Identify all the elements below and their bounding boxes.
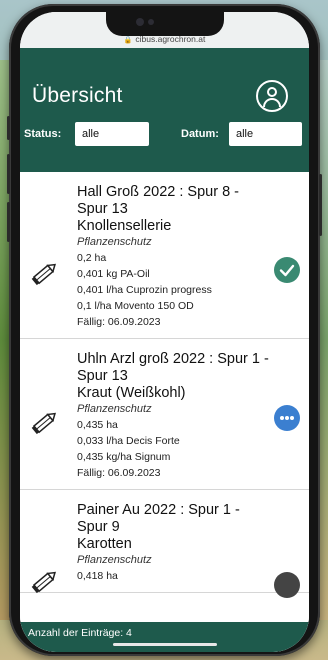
entry-list: Hall Groß 2022 : Spur 8 - Spur 13 Knolle…: [20, 172, 309, 652]
entry-due-date: Fällig: 06.09.2023: [77, 316, 161, 328]
footer-bar: Anzahl der Einträge: 4: [20, 622, 309, 652]
user-icon: [267, 87, 277, 97]
notch: [106, 12, 224, 36]
entry-detail: 0,033 l/ha Decis Forte: [77, 435, 180, 447]
entry-type: Pflanzenschutz: [77, 554, 152, 566]
browser-bar: 🔒 cibus.agrochron.at: [20, 12, 309, 48]
pencil-icon[interactable]: [30, 407, 60, 437]
entry-name: Hall Groß 2022 : Spur 8 - Spur 13: [77, 184, 239, 217]
more-icon[interactable]: [274, 405, 300, 431]
entry-due-date: Fällig: 06.09.2023: [77, 467, 161, 479]
url-text: cibus.agrochron.at: [135, 34, 206, 44]
entry-name: Uhln Arzl groß 2022 : Spur 1 - Spur 13: [77, 351, 269, 384]
date-filter-input[interactable]: alle: [229, 122, 302, 146]
entry-detail: 0,2 ha: [77, 252, 107, 264]
entry-detail: 0,401 kg PA-Oil: [77, 268, 150, 280]
url-bar[interactable]: 🔒 cibus.agrochron.at: [20, 34, 309, 44]
entry-type: Pflanzenschutz: [77, 403, 152, 415]
entry-type: Pflanzenschutz: [77, 236, 152, 248]
profile-button[interactable]: [256, 80, 288, 112]
entry-detail: 0,1 l/ha Movento 150 OD: [77, 300, 194, 312]
page-title: Übersicht: [32, 84, 123, 107]
entry-crop: Kraut (Weißkohl): [77, 385, 186, 401]
list-item[interactable]: Hall Groß 2022 : Spur 8 - Spur 13 Knolle…: [20, 172, 309, 339]
entry-detail: 0,435 kg/ha Signum: [77, 451, 171, 463]
pencil-icon[interactable]: [30, 566, 60, 596]
lock-icon: 🔒: [123, 37, 133, 44]
entry-count: Anzahl der Einträge: 4: [28, 627, 132, 639]
camera-icon: [136, 18, 144, 26]
power-button: [319, 174, 322, 236]
app-header: Übersicht Status: alle Datum: alle: [20, 48, 309, 172]
volume-down-button: [7, 202, 10, 242]
entry-detail: 0,435 ha: [77, 419, 118, 431]
check-icon[interactable]: [274, 257, 300, 283]
entry-crop: Knollensellerie: [77, 218, 172, 234]
phone-screen: 🔒 cibus.agrochron.at Übersicht Status: al…: [20, 12, 309, 652]
pencil-icon[interactable]: [30, 258, 60, 288]
volume-up-button: [7, 154, 10, 194]
date-filter-label: Datum:: [181, 128, 219, 140]
status-icon[interactable]: [274, 572, 300, 598]
status-filter-input[interactable]: alle: [75, 122, 149, 146]
entry-name: Painer Au 2022 : Spur 1 - Spur 9: [77, 502, 240, 535]
mute-switch: [7, 116, 10, 140]
entry-detail: 0,401 l/ha Cuprozin progress: [77, 284, 212, 296]
entry-detail: 0,418 ha: [77, 570, 118, 582]
status-filter-label: Status:: [24, 128, 62, 140]
list-item[interactable]: Uhln Arzl groß 2022 : Spur 1 - Spur 13 K…: [20, 339, 309, 490]
home-indicator[interactable]: [113, 643, 217, 646]
entry-crop: Karotten: [77, 536, 132, 552]
sensor-icon: [148, 19, 154, 25]
list-item[interactable]: Painer Au 2022 : Spur 1 - Spur 9 Karotte…: [20, 490, 309, 598]
